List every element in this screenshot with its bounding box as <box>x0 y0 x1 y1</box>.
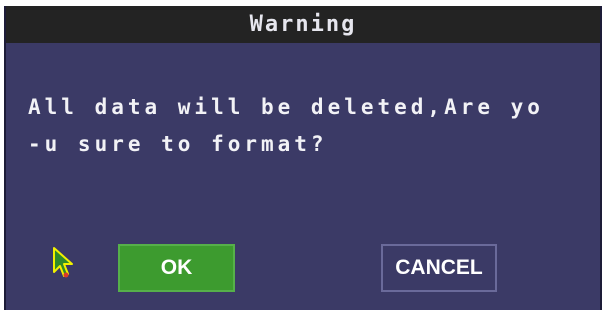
dialog-titlebar: Warning <box>6 6 600 43</box>
ok-button[interactable]: OK <box>118 244 235 292</box>
dialog-message-line1: All data will be deleted,Are yo <box>28 95 544 119</box>
dialog-title: Warning <box>249 12 357 37</box>
format-warning-dialog: Warning All data will be deleted,Are yo … <box>4 6 602 310</box>
mouse-pointer-icon <box>52 246 74 280</box>
dialog-message-line2: -u sure to format? <box>28 132 328 156</box>
dialog-message: All data will be deleted,Are yo -u sure … <box>28 89 598 163</box>
cancel-button[interactable]: CANCEL <box>381 244 497 292</box>
